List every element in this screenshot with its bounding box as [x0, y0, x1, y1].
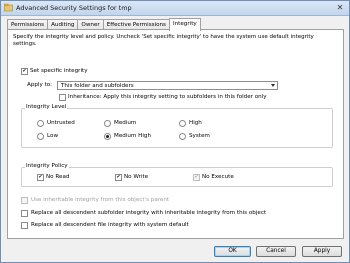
replace-subfolder-label: Replace all descendent subfolder integri…: [31, 210, 267, 216]
inheritance-label: Inheritance: Apply this integrity settin…: [68, 94, 267, 100]
radio-medium-high[interactable]: [104, 133, 111, 140]
cancel-button[interactable]: Cancel: [256, 246, 296, 257]
medium-label: Medium: [114, 120, 137, 126]
no-read-checkbox[interactable]: ✔: [37, 174, 44, 181]
radio-low[interactable]: [37, 133, 44, 140]
radio-system[interactable]: [179, 133, 186, 140]
medium-high-label: Medium High: [114, 133, 152, 139]
radio-medium[interactable]: [104, 120, 111, 127]
integrity-policy-title: Integrity Policy: [25, 163, 69, 170]
system-label: System: [189, 133, 210, 139]
close-icon[interactable]: ✕: [334, 3, 346, 12]
apply-to-value: This folder and subfolders: [61, 83, 134, 89]
set-specific-integrity-label: Set specific integrity: [30, 68, 88, 74]
use-inheritable-checkbox[interactable]: [21, 197, 28, 204]
high-label: High: [189, 120, 202, 126]
radio-high[interactable]: [179, 120, 186, 127]
replace-file-checkbox[interactable]: [21, 222, 28, 229]
radio-untrusted[interactable]: [37, 120, 44, 127]
apply-to-dropdown[interactable]: This folder and subfolders: [57, 81, 278, 90]
untrusted-label: Untrusted: [47, 120, 75, 126]
apply-button[interactable]: Apply: [302, 246, 342, 257]
integrity-level-title: Integrity Level: [25, 104, 68, 111]
low-label: Low: [47, 133, 59, 139]
ok-button[interactable]: OK: [214, 246, 251, 257]
no-execute-label: No Execute: [202, 174, 234, 180]
inheritance-checkbox[interactable]: [59, 94, 66, 101]
integrity-level-group: [21, 108, 333, 148]
chevron-down-icon: [271, 84, 275, 87]
replace-subfolder-checkbox[interactable]: [21, 210, 28, 217]
set-specific-integrity-checkbox[interactable]: ✔: [21, 68, 28, 75]
tab-integrity[interactable]: Integrity: [168, 18, 201, 31]
radio-selected-dot: [106, 135, 109, 138]
no-read-label: No Read: [46, 174, 70, 180]
no-execute-checkbox[interactable]: ✔: [193, 174, 200, 181]
replace-file-label: Replace all descendent file integrity wi…: [31, 222, 189, 228]
use-inheritable-label: Use inheritable integrity from this obje…: [31, 197, 170, 203]
shield-folder-icon: [4, 3, 13, 12]
security-dialog: Advanced Security Settings for tmp ✕ Per…: [0, 0, 350, 263]
title-bar[interactable]: Advanced Security Settings for tmp ✕: [1, 1, 349, 16]
apply-to-label: Apply to:: [27, 82, 53, 88]
no-write-label: No Write: [124, 174, 149, 180]
description-text: Specify the integrity level and policy. …: [13, 34, 314, 47]
no-write-checkbox[interactable]: ✔: [115, 174, 122, 181]
window-title: Advanced Security Settings for tmp: [16, 4, 132, 12]
